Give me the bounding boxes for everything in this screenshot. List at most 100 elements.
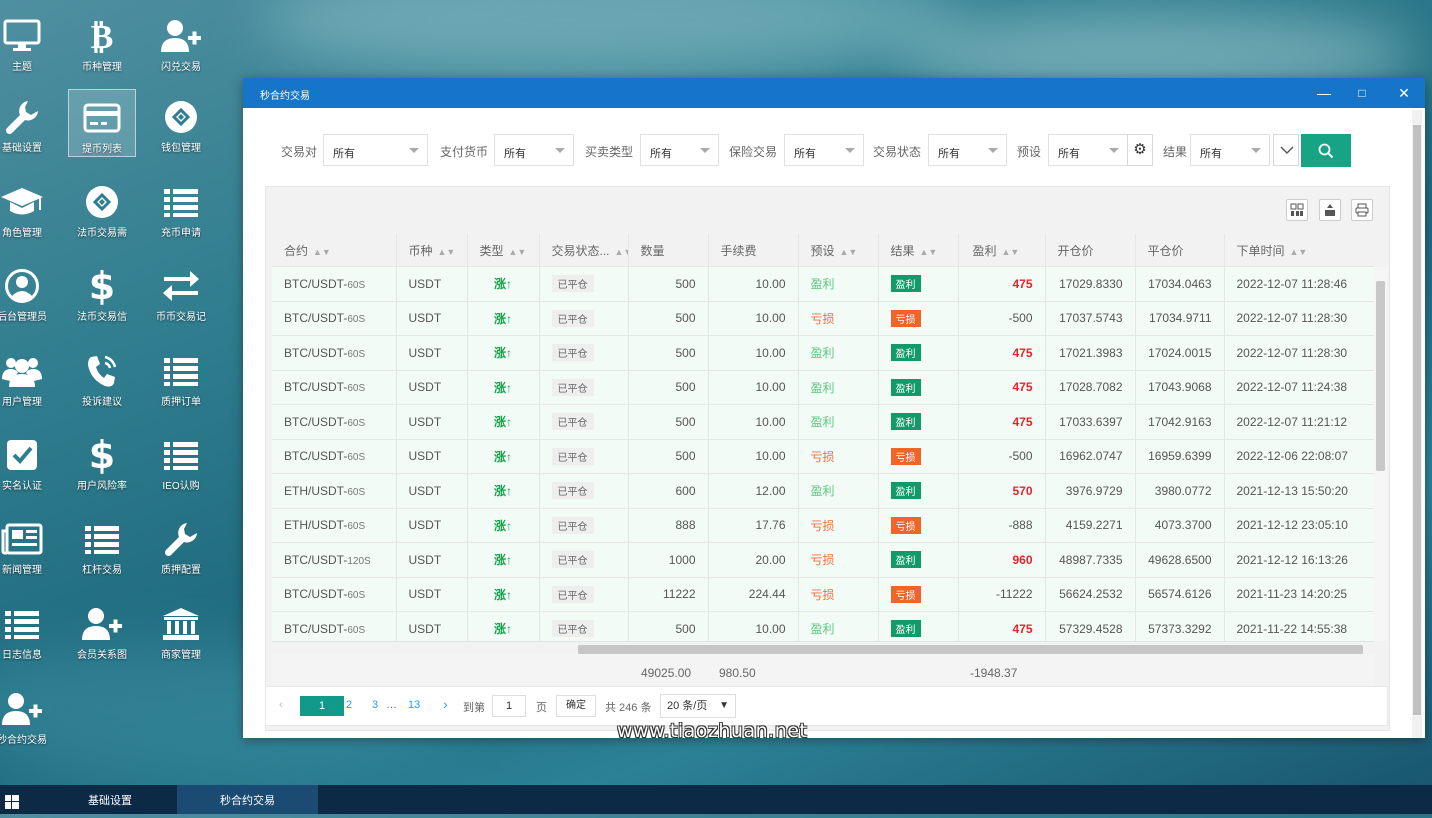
cell-status: 已平仓 bbox=[539, 301, 629, 336]
desktop-icon[interactable]: 用户管理 bbox=[0, 343, 56, 411]
table-row[interactable]: BTC/USDT-60S USDT 涨↑ 已平仓 11222 224.44 亏损 亏损 -112… bbox=[272, 577, 1374, 612]
filter-result-label: 结果 bbox=[1163, 145, 1188, 159]
cell-pnl: 960 bbox=[958, 542, 1046, 578]
desktop-icon[interactable]: 充币申请 bbox=[147, 174, 215, 242]
cell-order-time: 2021-12-12 16:13:26 bbox=[1224, 542, 1374, 578]
cell-fee: 10.00 bbox=[708, 301, 799, 336]
filter-result-select[interactable]: 所有 bbox=[1190, 134, 1270, 166]
page-link-2[interactable]: 2 bbox=[346, 699, 352, 711]
next-page-button[interactable]: › bbox=[443, 696, 448, 712]
close-button[interactable]: ✕ bbox=[1395, 84, 1413, 102]
table-row[interactable]: BTC/USDT-60S USDT 涨↑ 已平仓 500 10.00 亏损 亏损 -500 169… bbox=[272, 439, 1374, 474]
desktop-icon[interactable]: 日志信息 bbox=[0, 596, 56, 664]
desktop-icon[interactable]: 闪兑交易 bbox=[147, 8, 215, 76]
table-vertical-scrollbar[interactable] bbox=[1374, 267, 1387, 641]
desktop-icon[interactable]: 商家管理 bbox=[147, 596, 215, 664]
desktop-icon[interactable]: 会员关系图 bbox=[68, 596, 136, 664]
column-filter-button[interactable] bbox=[1286, 199, 1309, 221]
table-row[interactable]: BTC/USDT-60S USDT 涨↑ 已平仓 500 10.00 盈利 盈利 475 1703… bbox=[272, 404, 1374, 440]
col-type-label: 类型 bbox=[479, 243, 504, 258]
desktop-icon[interactable]: $ 用户风险率 bbox=[68, 427, 136, 495]
col-result[interactable]: 结果 ▲▼ bbox=[878, 234, 959, 267]
table-row[interactable]: BTC/USDT-60S USDT 涨↑ 已平仓 500 10.00 盈利 盈利 475 1702… bbox=[272, 370, 1374, 405]
cell-qty: 1000 bbox=[628, 542, 709, 578]
col-pnl[interactable]: 盈利 ▲▼ bbox=[958, 234, 1046, 267]
prev-page-button[interactable]: ‹ bbox=[279, 699, 283, 711]
contract-period: 60S bbox=[347, 590, 366, 602]
desktop-icon[interactable]: $ 法币交易信 bbox=[68, 258, 136, 326]
filter-type-select[interactable]: 所有 bbox=[640, 134, 719, 166]
cell-result: 盈利 bbox=[878, 611, 959, 641]
desktop-icon[interactable]: 法币交易需 bbox=[68, 174, 136, 242]
desktop-icon[interactable]: ₿ 币种管理 bbox=[68, 8, 136, 76]
col-status[interactable]: 交易状态... ▲▼ bbox=[539, 234, 629, 267]
desktop-icon-label: 日志信息 bbox=[2, 650, 42, 661]
col-type[interactable]: 类型 ▲▼ bbox=[467, 234, 540, 267]
filter-pay-select[interactable]: 所有 bbox=[494, 134, 574, 166]
window-titlebar[interactable]: 秒合约交易 — □ ✕ bbox=[243, 78, 1425, 108]
col-coin[interactable]: 币种 ▲▼ bbox=[396, 234, 468, 267]
page-link-last[interactable]: 13 bbox=[408, 699, 420, 711]
desktop-icon[interactable]: 钱包管理 bbox=[147, 89, 215, 157]
pnl-value: -11222 bbox=[996, 587, 1033, 602]
col-contract[interactable]: 合约 ▲▼ bbox=[272, 234, 397, 267]
filter-status-select[interactable]: 所有 bbox=[928, 134, 1007, 166]
desktop-icon[interactable]: IEO认购 bbox=[147, 427, 215, 495]
desktop-icon[interactable]: 币币交易记 bbox=[147, 258, 215, 326]
minimize-button[interactable]: — bbox=[1315, 84, 1333, 102]
desktop-icon[interactable]: 实名认证 bbox=[0, 427, 56, 495]
expand-filters-button[interactable] bbox=[1273, 134, 1299, 166]
col-preset[interactable]: 预设 ▲▼ bbox=[798, 234, 879, 267]
desktop-icon[interactable]: 基础设置 bbox=[0, 89, 56, 157]
desktop-icon[interactable]: 投诉建议 bbox=[68, 343, 136, 411]
desktop-icon[interactable]: 质押配置 bbox=[147, 511, 215, 579]
windows-start-icon[interactable] bbox=[5, 795, 19, 809]
desktop-icon[interactable]: 主题 bbox=[0, 8, 56, 76]
page-link-3[interactable]: 3 bbox=[372, 699, 378, 711]
cell-fee: 10.00 bbox=[708, 611, 799, 641]
table-row[interactable]: BTC/USDT-60S USDT 涨↑ 已平仓 500 10.00 盈利 盈利 475 5732… bbox=[272, 611, 1374, 641]
desktop-icon[interactable]: 秒合约交易 bbox=[0, 681, 56, 749]
search-icon bbox=[1318, 143, 1334, 159]
table-row[interactable]: BTC/USDT-120S USDT 涨↑ 已平仓 1000 20.00 亏损 盈利 960 48… bbox=[272, 542, 1374, 578]
filter-preset-select[interactable]: 所有 bbox=[1048, 134, 1128, 166]
filter-pair-select[interactable]: 所有 bbox=[323, 134, 428, 166]
gear-icon[interactable]: ⚙ bbox=[1127, 134, 1153, 166]
taskbar-item-basic-settings[interactable]: 基础设置 bbox=[60, 785, 160, 814]
cell-order-time: 2021-12-13 15:50:20 bbox=[1224, 473, 1374, 509]
table-horizontal-scrollbar[interactable] bbox=[272, 641, 1374, 655]
cell-type: 涨↑ bbox=[467, 508, 540, 543]
table-row[interactable]: BTC/USDT-60S USDT 涨↑ 已平仓 500 10.00 亏损 亏损 -500 170… bbox=[272, 301, 1374, 336]
scroll-thumb[interactable] bbox=[578, 645, 1363, 654]
scroll-thumb[interactable] bbox=[1376, 281, 1385, 471]
table-row[interactable]: ETH/USDT-60S USDT 涨↑ 已平仓 600 12.00 盈利 盈利 570 3976… bbox=[272, 473, 1374, 509]
scroll-thumb[interactable] bbox=[1413, 125, 1421, 715]
desktop-icon[interactable]: 质押订单 bbox=[147, 343, 215, 411]
filter-insurance-select[interactable]: 所有 bbox=[784, 134, 864, 166]
type-up-label: 涨↑ bbox=[493, 553, 512, 568]
contract-pair: BTC/USDT- bbox=[284, 552, 348, 567]
goto-page-input[interactable]: 1 bbox=[492, 695, 526, 717]
result-badge: 盈利 bbox=[890, 344, 921, 362]
taskbar-item-seconds-contract[interactable]: 秒合约交易 bbox=[177, 785, 318, 814]
desktop-icon[interactable]: 新闻管理 bbox=[0, 511, 56, 579]
cell-pnl: 475 bbox=[958, 335, 1046, 371]
print-button[interactable] bbox=[1351, 199, 1373, 221]
table-row[interactable]: BTC/USDT-60S USDT 涨↑ 已平仓 500 10.00 盈利 盈利 475 1702… bbox=[272, 266, 1374, 302]
desktop-icon[interactable]: 角色管理 bbox=[0, 174, 56, 242]
desktop-icon[interactable]: 后台管理员 bbox=[0, 258, 56, 326]
page-size-select[interactable]: 20 条/页 ▼ bbox=[660, 694, 736, 718]
goto-confirm-button[interactable]: 确定 bbox=[556, 695, 596, 717]
table-row[interactable]: BTC/USDT-60S USDT 涨↑ 已平仓 500 10.00 盈利 盈利 475 1702… bbox=[272, 335, 1374, 371]
window-vertical-scrollbar[interactable] bbox=[1412, 110, 1422, 738]
col-order-time[interactable]: 下单时间 ▲▼ bbox=[1224, 234, 1374, 267]
search-button[interactable] bbox=[1301, 134, 1351, 167]
cell-type: 涨↑ bbox=[467, 439, 540, 474]
desktop-icon[interactable]: 杠杆交易 bbox=[68, 511, 136, 579]
export-button[interactable] bbox=[1318, 199, 1341, 221]
maximize-button[interactable]: □ bbox=[1353, 84, 1371, 102]
table-row[interactable]: ETH/USDT-60S USDT 涨↑ 已平仓 888 17.76 亏损 亏损 -888 415… bbox=[272, 508, 1374, 543]
result-badge: 亏损 bbox=[890, 585, 921, 603]
current-page[interactable]: 1 bbox=[300, 696, 344, 716]
desktop-icon[interactable]: 提币列表 bbox=[68, 89, 136, 157]
